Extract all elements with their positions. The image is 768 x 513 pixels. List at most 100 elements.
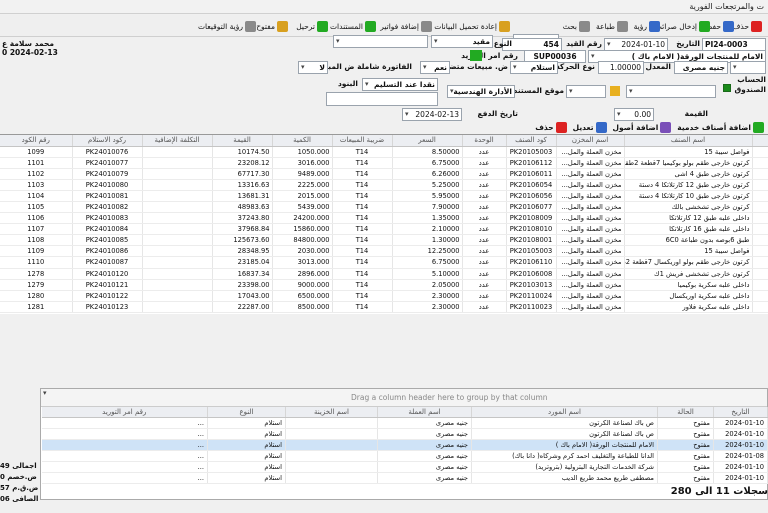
print-button[interactable]: طباعة: [596, 18, 628, 34]
grid-header-cell[interactable]: النوع: [207, 407, 286, 418]
grid-header-cell[interactable]: كود الصنف: [506, 135, 557, 147]
grid-header-cell[interactable]: السعر: [392, 135, 463, 147]
grid-cell-receipt[interactable]: PK24010087: [72, 256, 143, 269]
grid-cell-tax[interactable]: T14: [332, 223, 393, 236]
grid-cell-price[interactable]: 2.30000: [392, 301, 463, 313]
grid-cell-unit[interactable]: عدد: [462, 212, 507, 225]
grid-cell-tax[interactable]: T14: [332, 290, 393, 302]
grid-header-cell[interactable]: اسم المخزن: [556, 135, 625, 147]
grid-header-cell[interactable]: رقم امر التوريد: [41, 407, 208, 418]
grid-cell-extra[interactable]: [142, 268, 213, 280]
grid-cell-status[interactable]: مفتوح: [657, 472, 714, 484]
row-selector-cell[interactable]: [752, 190, 768, 202]
grid-cell-name[interactable]: كرتون خارجى طبق 4 اشى: [624, 168, 753, 180]
row-selector-cell[interactable]: [752, 290, 768, 302]
grid-cell-order[interactable]: ...: [41, 472, 208, 484]
grid-cell-tax[interactable]: T14: [332, 268, 393, 280]
list-item[interactable]: 2024-01-10 مفتوح مصطفى طريع محمد طريع الدي…: [41, 472, 768, 484]
grid-cell-receipt[interactable]: PK24010084: [72, 223, 143, 236]
grid-cell-box[interactable]: [285, 417, 378, 429]
grid-cell-store[interactable]: مخزن العملة والمل...: [556, 223, 625, 236]
grid-header-cell[interactable]: اسم العملة: [377, 407, 472, 418]
grid-header-cell[interactable]: التكلفة الإضافية: [142, 135, 213, 147]
grid-cell-extra[interactable]: [142, 146, 213, 158]
move-type-select[interactable]: استلام: [510, 61, 558, 74]
grid-cell-no[interactable]: 1105: [0, 201, 73, 214]
grid-cell-code[interactable]: PK20106112: [506, 157, 557, 169]
grid-cell-value[interactable]: 125673.60: [212, 234, 273, 247]
grid-cell-tax[interactable]: T14: [332, 201, 393, 214]
grid-header-cell[interactable]: اسم الصنف: [624, 135, 753, 147]
grid-cell-name[interactable]: كرتون خارجى طبق 12 كارتلاتكا 4 دستة: [624, 179, 753, 191]
grid-cell-tax[interactable]: T14: [332, 245, 393, 258]
grid-cell-price[interactable]: 5.95000: [392, 190, 463, 202]
grid-cell-no[interactable]: 1101: [0, 157, 73, 169]
grid-cell-name[interactable]: داخلى علبه سكرية اوريكسال: [624, 290, 753, 302]
grid-cell-price[interactable]: 2.30000: [392, 290, 463, 302]
row-selector-cell[interactable]: [752, 279, 768, 291]
grid-cell-extra[interactable]: [142, 157, 213, 169]
grid-cell-unit[interactable]: عدد: [462, 256, 507, 269]
grid-cell-no[interactable]: 1108: [0, 234, 73, 247]
grid-cell-price[interactable]: 7.90000: [392, 201, 463, 214]
grid-cell-code[interactable]: PK20106056: [506, 190, 557, 202]
grid-cell-name[interactable]: داخلى علبه سكرية بوكيميا: [624, 279, 753, 291]
grid-cell-no[interactable]: 1279: [0, 279, 73, 291]
grid-cell-unit[interactable]: عدد: [462, 201, 507, 214]
grid-cell-code[interactable]: PK20110023: [506, 301, 557, 313]
table-row[interactable]: كرتون خارجى طبق 10 كارتلاتكا 4 دستة مخزن …: [0, 190, 768, 202]
currency-field[interactable]: جنيه مصرى: [674, 61, 728, 74]
grid-cell-tax[interactable]: T14: [332, 212, 393, 225]
grid-cell-price[interactable]: 6.75000: [392, 256, 463, 269]
table-row[interactable]: داخلى علبه سكرية فلاور مخزن العملة والمل.…: [0, 301, 768, 313]
row-selector-cell[interactable]: [752, 157, 768, 169]
grid-cell-receipt[interactable]: PK24010076: [72, 146, 143, 158]
transfer-button[interactable]: ترحيل: [296, 18, 328, 34]
grid-cell-qty[interactable]: 1050.000: [272, 146, 333, 158]
grid-cell-value[interactable]: 16837.34: [212, 268, 273, 280]
grid-cell-qty[interactable]: 9000.000: [272, 279, 333, 291]
grid-cell-receipt[interactable]: PK24010123: [72, 301, 143, 313]
grid-cell-tax[interactable]: T14: [332, 279, 393, 291]
grid-cell-box[interactable]: [285, 461, 378, 473]
grid-cell-receipt[interactable]: PK24010083: [72, 212, 143, 225]
row-selector-cell[interactable]: [752, 212, 768, 225]
grid-cell-box[interactable]: [285, 472, 378, 484]
grid-cell-qty[interactable]: 2030.000: [272, 245, 333, 258]
grid-header-cell[interactable]: الوحدة: [462, 135, 507, 147]
invoice-includes-select[interactable]: لا: [298, 61, 328, 74]
grid-cell-no[interactable]: 1106: [0, 212, 73, 225]
grid-cell-unit[interactable]: عدد: [462, 234, 507, 247]
row-selector-cell[interactable]: [752, 201, 768, 214]
grid-cell-no[interactable]: 1099: [0, 146, 73, 158]
grid-cell-name[interactable]: كرتون خارجى طبق 10 كارتلاتكا 4 دستة: [624, 190, 753, 202]
grid-cell-name[interactable]: كرتون خارجى طقم بولو اوريكسال 7قطعة 2طقم: [624, 256, 753, 269]
grid-cell-price[interactable]: 5.10000: [392, 268, 463, 280]
grid-cell-receipt[interactable]: PK24010079: [72, 168, 143, 180]
grid-cell-type[interactable]: استلام: [207, 417, 286, 429]
grid-header-cell[interactable]: القيمة: [212, 135, 273, 147]
grid-cell-extra[interactable]: [142, 279, 213, 291]
grid-cell-tax[interactable]: T14: [332, 190, 393, 202]
grid-cell-store[interactable]: مخزن العملة والمل...: [556, 256, 625, 269]
grid-cell-qty[interactable]: 2015.000: [272, 190, 333, 202]
grid-header-cell[interactable]: ضريبة المبيعات: [332, 135, 393, 147]
grid-header-cell[interactable]: [752, 135, 768, 147]
grid-cell-receipt[interactable]: PK24010121: [72, 279, 143, 291]
table-row[interactable]: كرتون خارجى طبق 4 اشى مخزن العملة والمل..…: [0, 168, 768, 180]
grid-cell-supplier[interactable]: شركة الخدمات التجارية البترولية (بتروتري…: [471, 461, 658, 473]
grid-cell-extra[interactable]: [142, 301, 213, 313]
grid-cell-currency[interactable]: جنيه مصرى: [377, 461, 472, 473]
grid-cell-store[interactable]: مخزن العملة والمل...: [556, 245, 625, 258]
grid-cell-extra[interactable]: [142, 179, 213, 191]
grid-cell-order[interactable]: ...: [41, 417, 208, 429]
grid-cell-qty[interactable]: 3013.000: [272, 256, 333, 269]
grid-header-cell[interactable]: الحالة: [657, 407, 714, 418]
grid-cell-unit[interactable]: عدد: [462, 157, 507, 169]
grid-cell-value[interactable]: 17043.00: [212, 290, 273, 302]
grid-cell-no[interactable]: 1280: [0, 290, 73, 302]
grid-cell-status[interactable]: مفتوح: [657, 461, 714, 473]
grid-cell-order[interactable]: ...: [41, 450, 208, 462]
grid-cell-extra[interactable]: [142, 245, 213, 258]
grid-cell-unit[interactable]: عدد: [462, 146, 507, 158]
